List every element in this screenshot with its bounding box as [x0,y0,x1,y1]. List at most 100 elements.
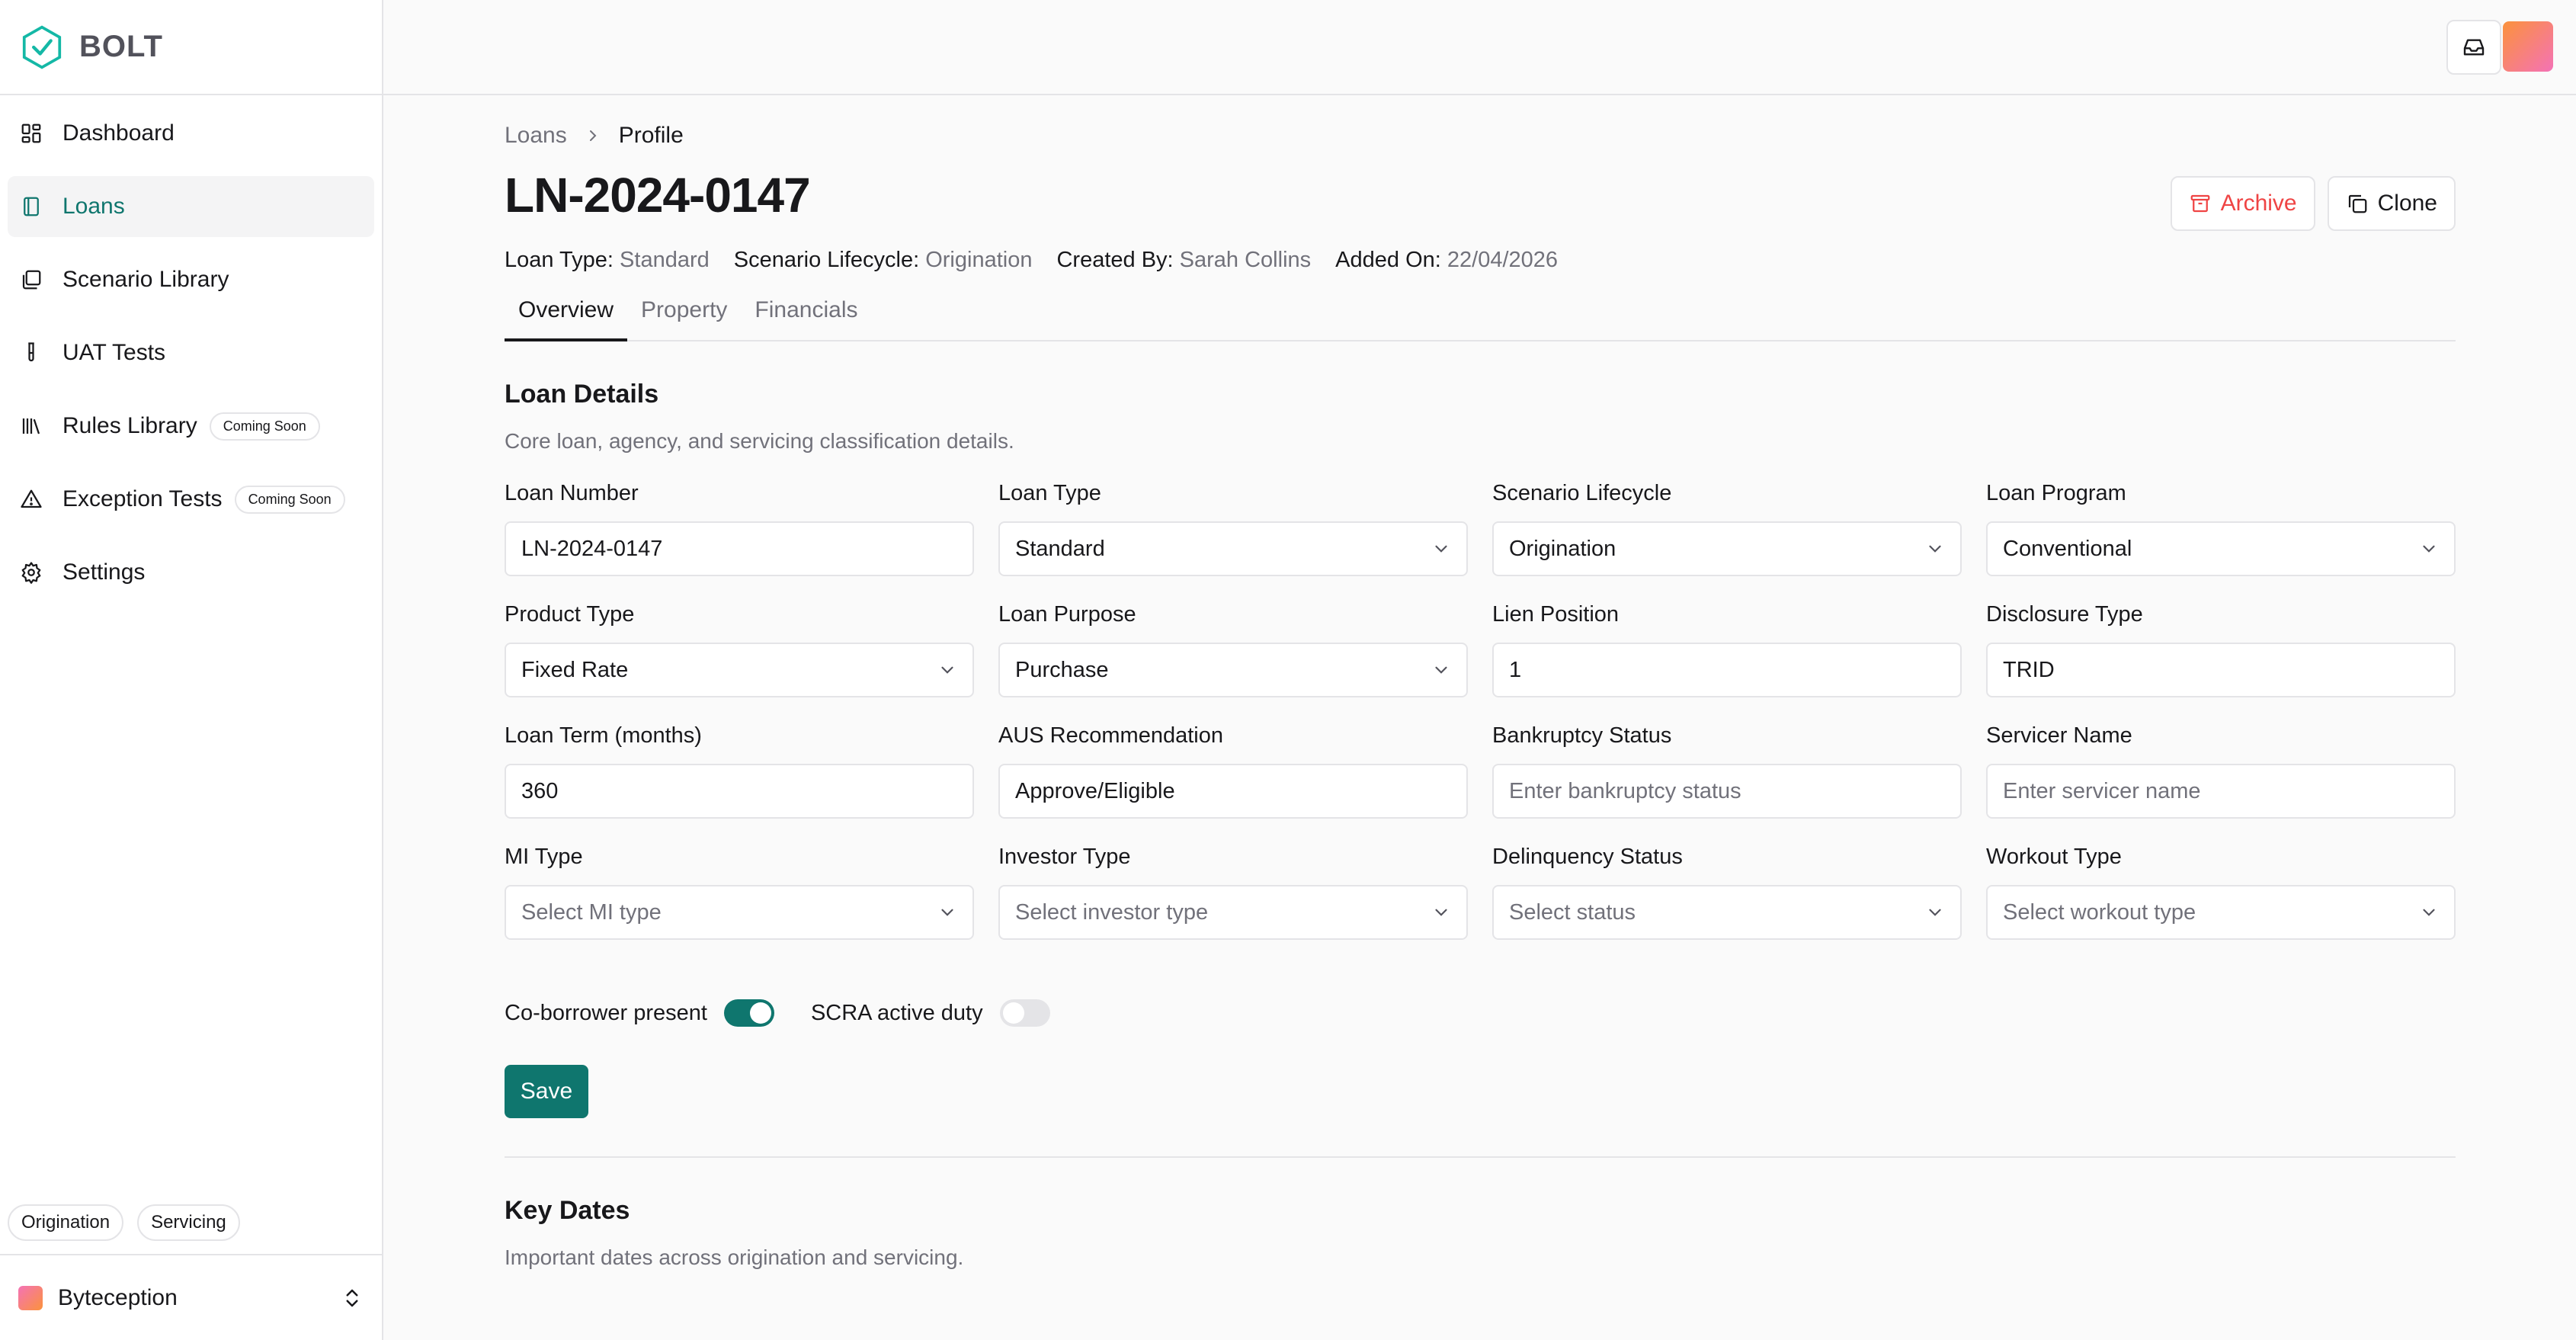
field-label: Scenario Lifecycle [1492,481,1672,505]
dashboard-icon [18,120,44,146]
page-actions: Archive Clone [2170,176,2456,231]
toggle-knob [1002,1002,1024,1024]
servicer-name-input[interactable]: Enter servicer name [1986,764,2456,819]
chevron-down-icon [2423,909,2435,916]
sidebar: BOLT Dashboard Loans Scenario Library UA… [0,0,383,1340]
field-label: Investor Type [998,845,1131,869]
inbox-button[interactable] [2446,20,2501,75]
title-row: LN-2024-0147 Archive Clone [505,167,2456,231]
field-label: Servicer Name [1986,723,2132,748]
input-placeholder: Enter servicer name [2003,778,2201,803]
meta-scenario-lifecycle: Scenario Lifecycle: Origination [733,248,1033,272]
section-description: Core loan, agency, and servicing classif… [505,429,1014,453]
sidebar-item-label: Dashboard [62,120,175,146]
sidebar-item-exception-tests[interactable]: Exception Tests Coming Soon [8,469,374,530]
sidebar-item-label: UAT Tests [62,340,166,365]
book-icon [18,194,44,220]
select-value: Fixed Rate [521,657,629,682]
section-title-loan-details: Loan Details [505,380,659,409]
tab-overview[interactable]: Overview [505,291,628,341]
sidebar-item-rules-library[interactable]: Rules Library Coming Soon [8,396,374,457]
select-placeholder: Select investor type [1015,899,1209,925]
warning-icon [18,486,44,512]
tabs: Overview Property Financials [505,291,2456,341]
loan-purpose-select[interactable]: Purchase [998,643,1468,697]
select-value: Standard [1015,536,1105,561]
sidebar-item-dashboard[interactable]: Dashboard [8,103,374,164]
brand-name: BOLT [79,30,163,63]
investor-type-select[interactable]: Select investor type [998,885,1468,940]
breadcrumb-loans-link[interactable]: Loans [505,123,567,149]
copy-icon [2348,194,2366,213]
loan-type-select[interactable]: Standard [998,521,1468,576]
field-label: AUS Recommendation [998,723,1223,748]
field-loan-term: Loan Term (months) 360 [505,723,974,819]
disclosure-type-input[interactable]: TRID [1986,643,2456,697]
loan-meta: Loan Type: Standard Scenario Lifecycle: … [505,248,2456,273]
user-avatar[interactable] [2503,21,2553,72]
section-description-key-dates: Important dates across origination and s… [505,1245,964,1269]
field-bankruptcy-status: Bankruptcy Status Enter bankruptcy statu… [1492,723,1962,819]
org-switcher[interactable]: Byteception [0,1254,382,1340]
gear-icon [18,559,44,585]
sidebar-item-settings[interactable]: Settings [8,542,374,603]
mode-chip-origination[interactable]: Origination [8,1204,124,1241]
topbar [383,0,2576,95]
field-workout-type: Workout Type Select workout type [1986,845,2456,940]
delinquency-status-select[interactable]: Select status [1492,885,1962,940]
coming-soon-badge: Coming Soon [209,412,320,441]
brand[interactable]: BOLT [0,0,382,95]
section-divider [505,1156,2456,1158]
sidebar-item-scenario-library[interactable]: Scenario Library [8,249,374,310]
archive-label: Archive [2220,191,2297,216]
workout-type-select[interactable]: Select workout type [1986,885,2456,940]
field-scenario-lifecycle: Scenario Lifecycle Origination [1492,481,1962,576]
clone-button[interactable]: Clone [2327,176,2456,231]
scra-toggle[interactable] [999,999,1050,1027]
mi-type-select[interactable]: Select MI type [505,885,974,940]
section-title-key-dates: Key Dates [505,1196,630,1225]
field-product-type: Product Type Fixed Rate [505,602,974,697]
co-borrower-label: Co-borrower present [505,1000,707,1025]
scenario-lifecycle-select[interactable]: Origination [1492,521,1962,576]
field-servicer-name: Servicer Name Enter servicer name [1986,723,2456,819]
field-label: Loan Term (months) [505,723,702,748]
loan-number-input[interactable]: LN-2024-0147 [505,521,974,576]
mode-chip-servicing[interactable]: Servicing [137,1204,240,1241]
tab-financials[interactable]: Financials [741,291,871,340]
select-value: Origination [1509,536,1616,561]
tab-property[interactable]: Property [627,291,741,340]
lien-position-input[interactable]: 1 [1492,643,1962,697]
sidebar-item-label: Rules Library [62,413,197,438]
scra-label: SCRA active duty [810,1000,983,1025]
input-value: Approve/Eligible [1015,778,1175,803]
input-value: 1 [1509,657,1522,682]
input-value: 360 [521,778,559,803]
co-borrower-toggle[interactable] [723,999,774,1027]
field-label: Loan Purpose [998,602,1136,627]
loan-program-select[interactable]: Conventional [1986,521,2456,576]
bankruptcy-status-input[interactable]: Enter bankruptcy status [1492,764,1962,819]
sidebar-item-label: Scenario Library [62,267,229,292]
bolt-logo-icon [22,25,62,69]
field-label: Lien Position [1492,602,1620,627]
sidebar-item-uat-tests[interactable]: UAT Tests [8,322,374,383]
sidebar-item-label: Loans [62,194,125,219]
sidebar-item-loans[interactable]: Loans [8,176,374,237]
page-title: LN-2024-0147 [505,168,811,223]
library-icon [18,267,44,293]
product-type-select[interactable]: Fixed Rate [505,643,974,697]
loan-term-input[interactable]: 360 [505,764,974,819]
field-label: Workout Type [1986,845,2122,869]
save-button[interactable]: Save [505,1065,588,1118]
archive-button[interactable]: Archive [2170,176,2315,231]
chevron-down-icon [941,666,953,674]
meta-added-on: Added On: 22/04/2026 [1335,248,1559,272]
field-loan-number: Loan Number LN-2024-0147 [505,481,974,576]
chevron-down-icon [2423,545,2435,553]
field-label: MI Type [505,845,583,869]
org-name: Byteception [58,1284,178,1310]
sidebar-item-label: Settings [62,559,146,585]
field-mi-type: MI Type Select MI type [505,845,974,940]
aus-recommendation-input[interactable]: Approve/Eligible [998,764,1468,819]
